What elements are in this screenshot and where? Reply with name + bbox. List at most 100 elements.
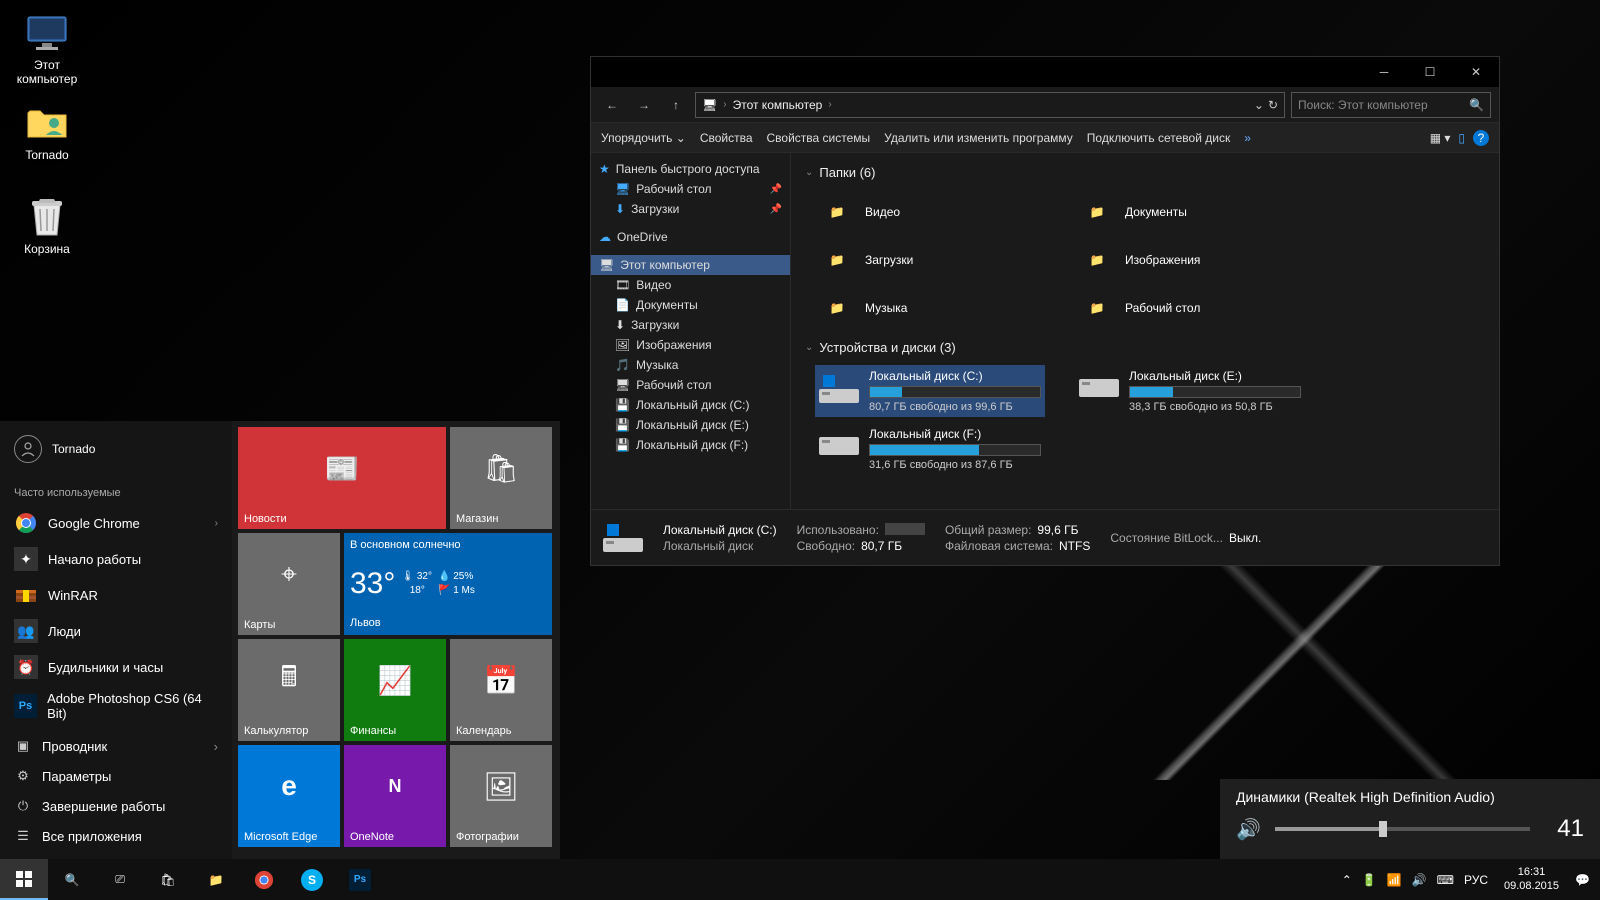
drive-f[interactable]: Локальный диск (F:)31,6 ГБ свободно из 8… xyxy=(815,423,1045,475)
cmd-organize[interactable]: Упорядочить ⌄ xyxy=(601,131,686,145)
drive-e[interactable]: Локальный диск (E:)38,3 ГБ свободно из 5… xyxy=(1075,365,1305,417)
speaker-icon[interactable]: 🔊 xyxy=(1236,817,1261,842)
tree-music[interactable]: 🎵Музыка xyxy=(591,355,790,375)
taskbar-photoshop[interactable]: Ps xyxy=(336,859,384,900)
tile-store[interactable]: 🛍Магазин xyxy=(450,427,552,529)
tree-diskE[interactable]: 💾Локальный диск (E:) xyxy=(591,415,790,435)
tray-clock[interactable]: 16:3109.08.2015 xyxy=(1498,866,1565,892)
volume-slider[interactable] xyxy=(1275,827,1530,831)
tray-keyboard-icon[interactable]: ⌨ xyxy=(1437,873,1454,887)
start-app-winrar[interactable]: WinRAR xyxy=(0,577,232,613)
view-icon[interactable]: ▦ ▾ xyxy=(1430,131,1451,145)
tray-wifi-icon[interactable]: 📶 xyxy=(1387,873,1402,887)
folder-pictures[interactable]: 📁Изображения xyxy=(1075,238,1295,282)
start-tiles: 📰Новости 🛍Магазин ⌖Карты В основном солн… xyxy=(232,421,560,859)
help-icon[interactable]: ? xyxy=(1473,130,1489,146)
tree-onedrive[interactable]: ☁OneDrive xyxy=(591,227,790,247)
tree-diskF[interactable]: 💾Локальный диск (F:) xyxy=(591,435,790,455)
tile-weather[interactable]: В основном солнечно 33° 🌡 32° 18° 💧 25%🚩… xyxy=(344,533,552,635)
tree-pictures[interactable]: 🖼Изображения xyxy=(591,335,790,355)
tile-finance[interactable]: 📈Финансы xyxy=(344,639,446,741)
system-tray: ⌃ 🔋 📶 🔊 ⌨ РУС 16:3109.08.2015 💬 xyxy=(1332,866,1600,892)
start-app-chrome[interactable]: Google Chrome› xyxy=(0,505,232,541)
minimize-button[interactable]: ─ xyxy=(1361,57,1407,87)
tree-docs[interactable]: 📄Документы xyxy=(591,295,790,315)
tile-calculator[interactable]: 🖩Калькулятор xyxy=(238,639,340,741)
drive-sys-icon xyxy=(603,518,643,558)
start-settings[interactable]: ⚙Параметры xyxy=(0,761,232,791)
titlebar[interactable]: ─ ☐ ✕ xyxy=(591,57,1499,87)
drive-c[interactable]: Локальный диск (C:)80,7 ГБ свободно из 9… xyxy=(815,365,1045,417)
tray-overflow[interactable]: ⌃ xyxy=(1342,873,1352,887)
cmd-sysprops[interactable]: Свойства системы xyxy=(767,131,871,145)
tree-videos[interactable]: 🎞Видео xyxy=(591,275,790,295)
taskbar-explorer[interactable]: 📁 xyxy=(192,859,240,900)
tray-battery-icon[interactable]: 🔋 xyxy=(1362,873,1377,887)
doc-icon: 📄 xyxy=(615,298,630,312)
tree-desktop[interactable]: 🖥Рабочий стол📌 xyxy=(591,179,790,199)
cmd-uninstall[interactable]: Удалить или изменить программу xyxy=(884,131,1073,145)
tree-downloads2[interactable]: ⬇Загрузки xyxy=(591,315,790,335)
desktop-icon-thispc[interactable]: Этот компьютер xyxy=(10,12,84,86)
desktop-icon-folder[interactable]: Tornado xyxy=(10,102,84,162)
details-pane: Локальный диск (C:)Локальный диск Исполь… xyxy=(591,509,1499,565)
desktop-icon-trash[interactable]: Корзина xyxy=(10,196,84,256)
start-app-getstarted[interactable]: ✦Начало работы xyxy=(0,541,232,577)
folder-desktop[interactable]: 📁Рабочий стол xyxy=(1075,286,1295,330)
search-input[interactable] xyxy=(1298,98,1463,112)
cmd-properties[interactable]: Свойства xyxy=(700,131,753,145)
search-box[interactable]: 🔍 xyxy=(1291,92,1491,118)
folder-videos[interactable]: 📁Видео xyxy=(815,190,1035,234)
folder-docs[interactable]: 📁Документы xyxy=(1075,190,1295,234)
cmd-netdrive[interactable]: Подключить сетевой диск xyxy=(1087,131,1230,145)
start-app-people[interactable]: 👥Люди xyxy=(0,613,232,649)
tray-volume-icon[interactable]: 🔊 xyxy=(1412,873,1427,887)
tree-diskC[interactable]: 💾Локальный диск (C:) xyxy=(591,395,790,415)
refresh-icon[interactable]: ↻ xyxy=(1268,98,1278,112)
people-icon: 👥 xyxy=(14,619,38,643)
tile-edge[interactable]: eMicrosoft Edge xyxy=(238,745,340,847)
start-power[interactable]: ⏻Завершение работы xyxy=(0,791,232,821)
command-bar: Упорядочить ⌄ Свойства Свойства системы … xyxy=(591,123,1499,153)
up-button[interactable]: ↑ xyxy=(663,92,689,118)
start-button[interactable] xyxy=(0,859,48,900)
close-button[interactable]: ✕ xyxy=(1453,57,1499,87)
store-icon: 🛍 xyxy=(450,427,552,509)
group-folders[interactable]: ⌄Папки (6) xyxy=(805,161,1485,184)
tree-downloads[interactable]: ⬇Загрузки📌 xyxy=(591,199,790,219)
maximize-button[interactable]: ☐ xyxy=(1407,57,1453,87)
start-app-photoshop[interactable]: PsAdobe Photoshop CS6 (64 Bit) xyxy=(0,685,232,727)
tray-lang[interactable]: РУС xyxy=(1464,873,1488,887)
folder-downloads[interactable]: 📁Загрузки xyxy=(815,238,1035,282)
tile-news[interactable]: 📰Новости xyxy=(238,427,446,529)
chevron-down-icon[interactable]: ⌄ xyxy=(1254,98,1264,112)
search-button[interactable]: 🔍 xyxy=(48,859,96,900)
taskbar-store[interactable]: 🛍 xyxy=(144,859,192,900)
chevron-right-icon: › xyxy=(723,99,726,110)
forward-button[interactable]: → xyxy=(631,92,657,118)
tile-photos[interactable]: 🖼Фотографии xyxy=(450,745,552,847)
back-button[interactable]: ← xyxy=(599,92,625,118)
start-app-alarms[interactable]: ⏰Будильники и часы xyxy=(0,649,232,685)
taskbar-skype[interactable]: S xyxy=(288,859,336,900)
taskbar-chrome[interactable] xyxy=(240,859,288,900)
tree-desktop2[interactable]: 🖥Рабочий стол xyxy=(591,375,790,395)
folder-music[interactable]: 📁Музыка xyxy=(815,286,1035,330)
start-allapps[interactable]: ☰Все приложения xyxy=(0,821,232,851)
tile-onenote[interactable]: NOneNote xyxy=(344,745,446,847)
volume-value: 41 xyxy=(1544,815,1584,843)
group-drives[interactable]: ⌄Устройства и диски (3) xyxy=(805,336,1485,359)
tile-calendar[interactable]: 📅Календарь xyxy=(450,639,552,741)
taskview-button[interactable]: ⎚ xyxy=(96,859,144,900)
start-explorer[interactable]: ▣Проводник› xyxy=(0,731,232,761)
tray-notifications-icon[interactable]: 💬 xyxy=(1575,873,1590,887)
preview-icon[interactable]: ▯ xyxy=(1458,131,1465,145)
start-user[interactable]: Tornado xyxy=(0,429,232,469)
explorer-window: ─ ☐ ✕ ← → ↑ 🖥 › Этот компьютер › ⌄↻ 🔍 Уп… xyxy=(590,56,1500,566)
tree-quickaccess[interactable]: ★Панель быстрого доступа xyxy=(591,159,790,179)
cmd-overflow[interactable]: » xyxy=(1244,131,1251,145)
address-bar[interactable]: 🖥 › Этот компьютер › ⌄↻ xyxy=(695,92,1285,118)
tree-thispc[interactable]: 🖥Этот компьютер xyxy=(591,255,790,275)
search-icon[interactable]: 🔍 xyxy=(1469,98,1484,112)
tile-maps[interactable]: ⌖Карты xyxy=(238,533,340,635)
